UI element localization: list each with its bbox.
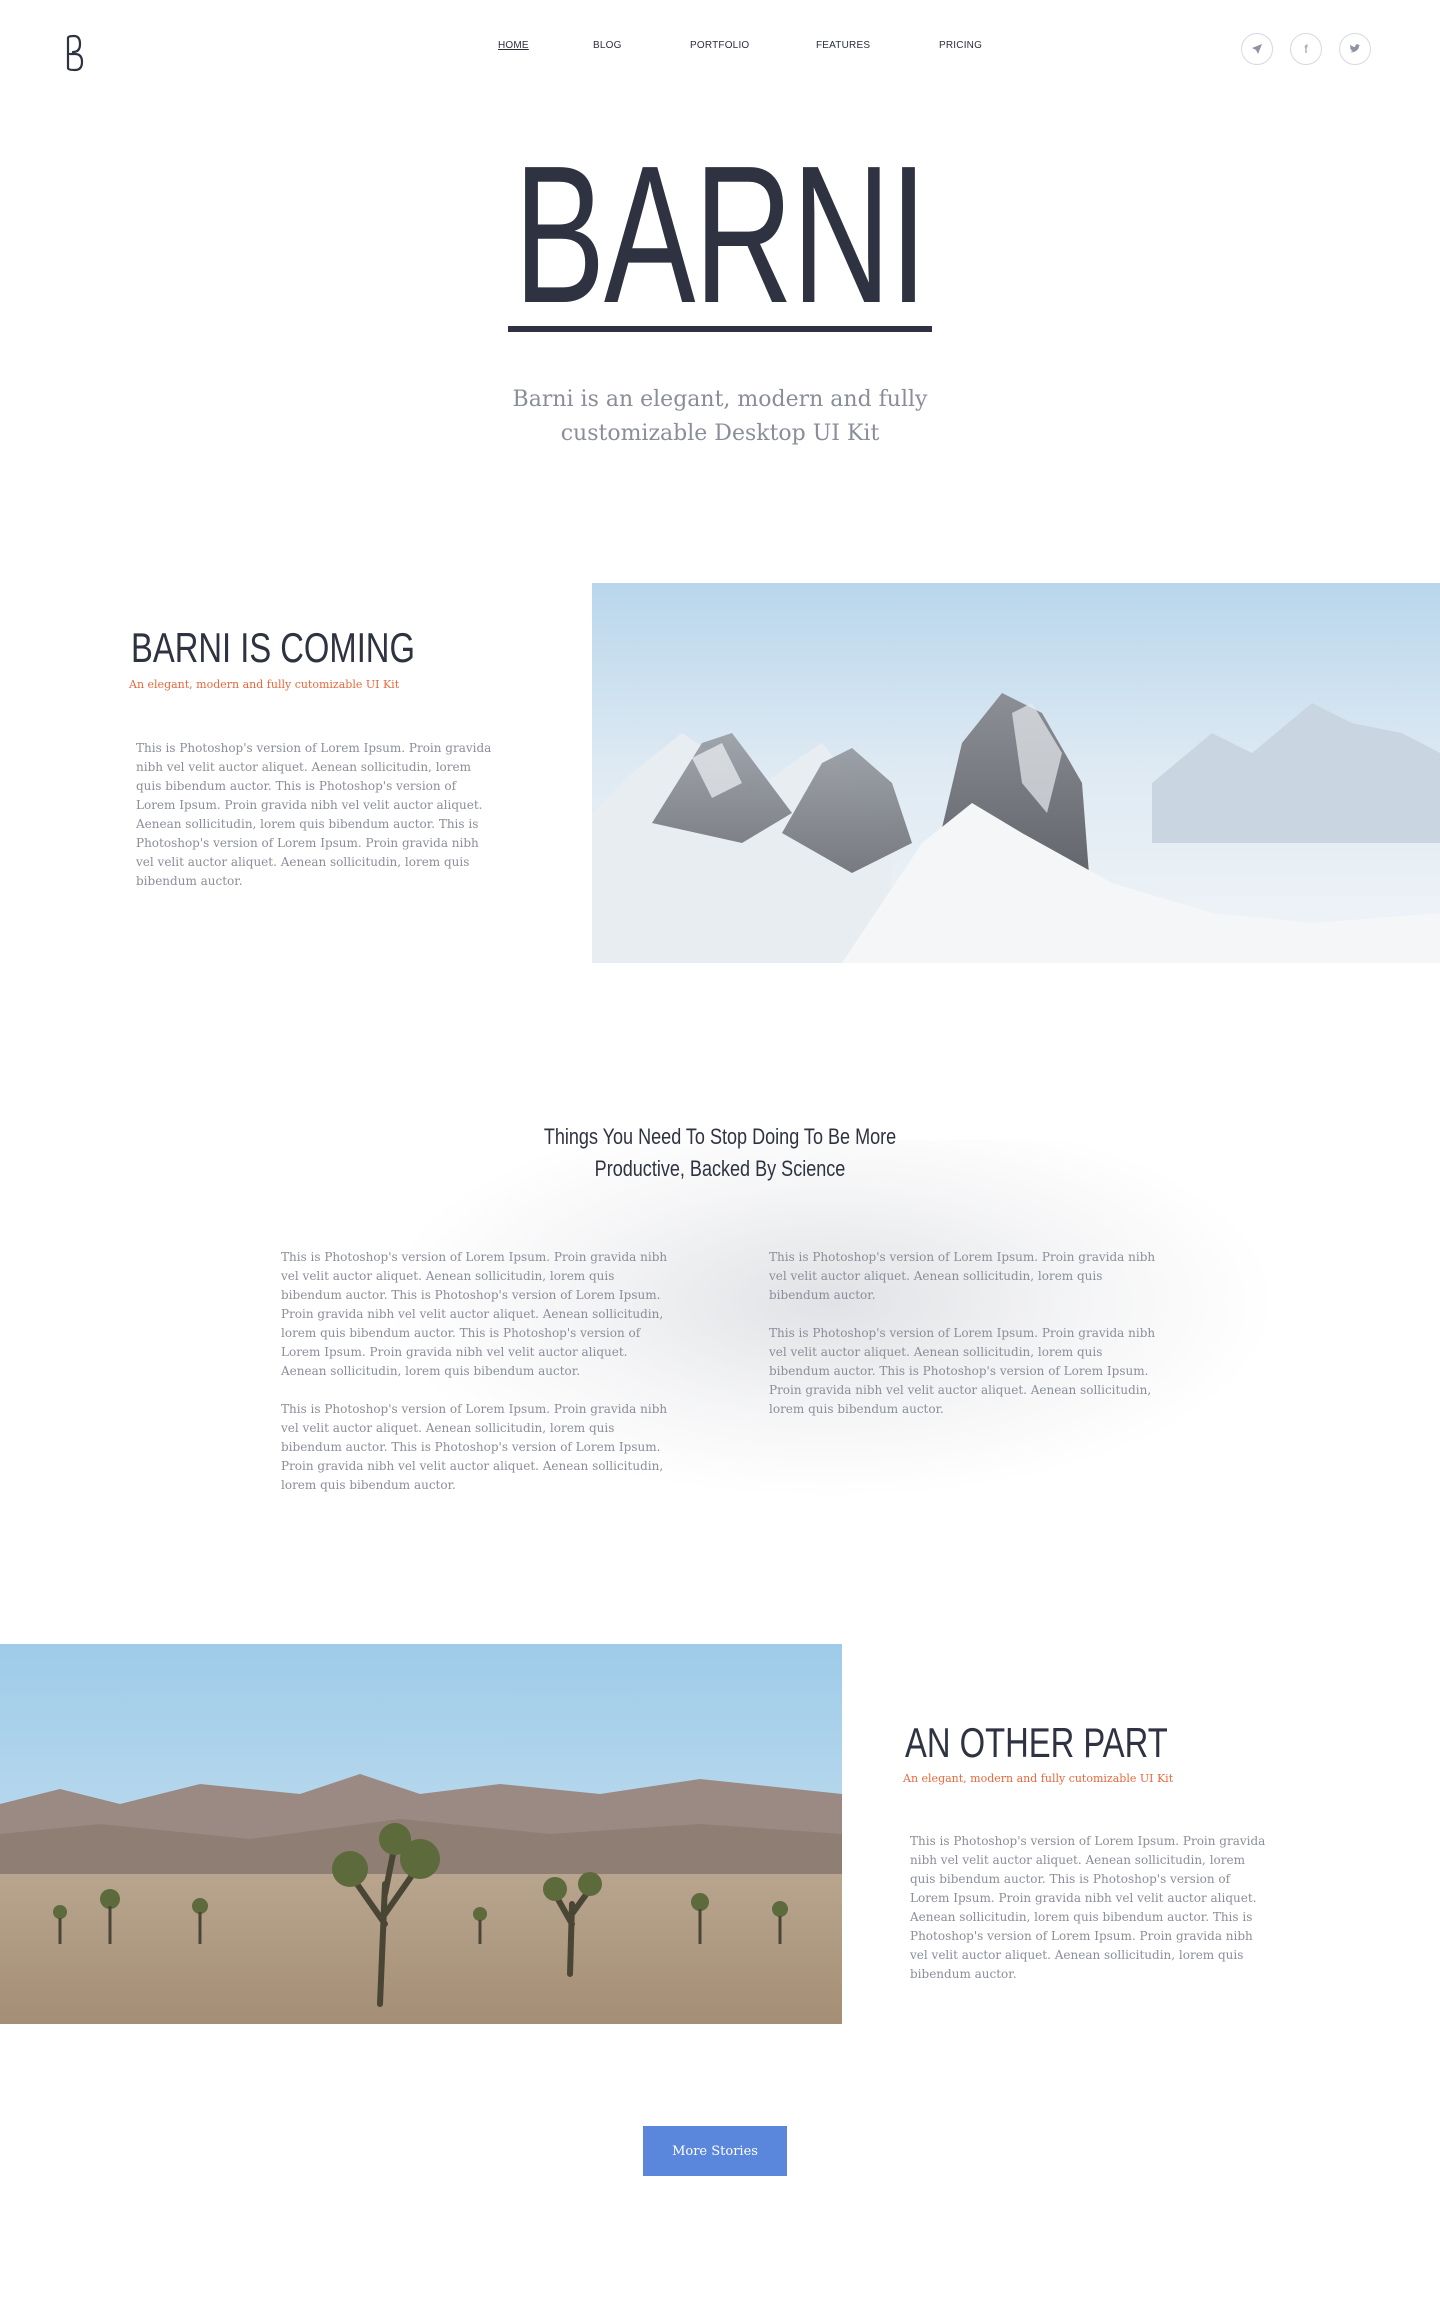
twitter-icon[interactable] [1339,33,1371,65]
facebook-icon[interactable]: f [1290,33,1322,65]
nav-home[interactable]: HOME [498,40,529,51]
hero-subtitle-line2: customizable Desktop UI Kit [560,421,880,446]
article-title-line1: Things You Need To Stop Doing To Be More [543,1124,897,1149]
facebook-glyph: f [1304,42,1308,56]
more-stories-button[interactable]: More Stories [643,2126,787,2176]
section1-title: BARNI IS COMING [131,624,415,671]
section2-kicker: An elegant, modern and fully cutomizable… [903,1772,1174,1785]
hero-subtitle-line1: Barni is an elegant, modern and fully [512,387,928,412]
nav-features[interactable]: FEATURES [816,40,870,51]
article-title-line2: Productive, Backed By Science [594,1156,846,1181]
article-title: Things You Need To Stop Doing To Be More… [515,1121,925,1185]
article-col1: This is Photoshop's version of Lorem Ips… [281,1248,671,1495]
nav-portfolio[interactable]: PORTFOLIO [690,40,749,51]
article-col2-p1: This is Photoshop's version of Lorem Ips… [769,1250,1156,1302]
snowy-mountains-photo [592,583,1440,963]
section2-body: This is Photoshop's version of Lorem Ips… [910,1834,1266,1981]
article-col1-p1: This is Photoshop's version of Lorem Ips… [281,1250,668,1378]
main-nav: HOME BLOG PORTFOLIO FEATURES PRICING [0,40,1440,60]
hero-underline [508,326,932,332]
nav-blog[interactable]: BLOG [593,40,622,51]
section2-title: AN OTHER PART [905,1719,1168,1766]
section1-body: This is Photoshop's version of Lorem Ips… [136,741,492,888]
send-icon[interactable] [1241,33,1273,65]
section1-kicker: An elegant, modern and fully cutomizable… [129,678,400,691]
nav-pricing[interactable]: PRICING [939,40,982,51]
article-col1-p2: This is Photoshop's version of Lorem Ips… [281,1402,668,1492]
article-col2: This is Photoshop's version of Lorem Ips… [769,1248,1159,1419]
hero-title: BARNI [513,125,928,344]
article-col2-p2: This is Photoshop's version of Lorem Ips… [769,1326,1156,1416]
hero-subtitle: Barni is an elegant, modern and fully cu… [470,383,970,451]
joshua-tree-desert-photo [0,1644,842,2024]
